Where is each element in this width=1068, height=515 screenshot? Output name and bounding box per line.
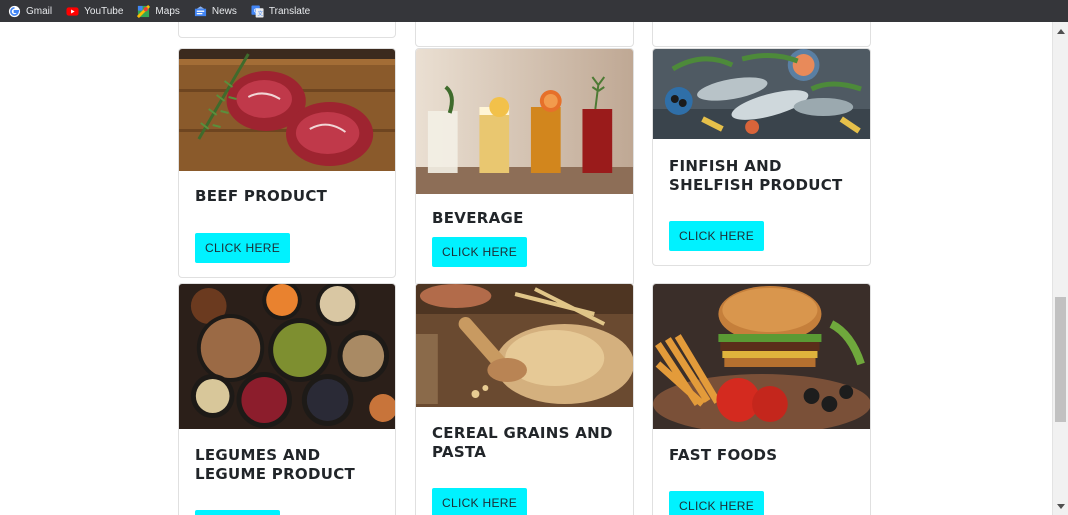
- card-title: FAST FOODS: [669, 446, 778, 464]
- card-title: CEREAL GRAINS AND PASTA: [432, 424, 613, 461]
- card-partial-above-3: [652, 22, 871, 47]
- bookmark-translate-label: Translate: [268, 5, 311, 17]
- news-icon: [194, 5, 206, 16]
- click-here-button[interactable]: CLICK HERE: [432, 237, 528, 267]
- bookmark-gmail[interactable]: Gmail: [8, 5, 52, 18]
- finfish-image: [653, 49, 870, 139]
- bookmark-youtube-label: YouTube: [84, 5, 124, 17]
- click-here-button[interactable]: CLICK HERE: [195, 233, 291, 263]
- bookmark-translate[interactable]: G文 Translate: [251, 4, 311, 18]
- google-icon: [8, 5, 21, 17]
- translate-icon: G文: [251, 4, 264, 17]
- product-card-beef: BEEF PRODUCT CLICK HERE: [178, 48, 396, 278]
- card-partial-above-2: [415, 22, 634, 47]
- scroll-up-arrow-icon[interactable]: [1057, 29, 1065, 34]
- product-card-cereal: CEREAL GRAINS AND PASTA CLICK HERE: [415, 283, 634, 515]
- svg-text:文: 文: [257, 9, 263, 17]
- product-card-fast-foods: FAST FOODS CLICK HERE: [652, 283, 871, 515]
- bookmark-gmail-label: Gmail: [26, 5, 53, 17]
- bookmark-news-label: News: [211, 5, 237, 17]
- beef-product-image: [179, 49, 395, 171]
- click-here-button[interactable]: [195, 510, 280, 515]
- click-here-button[interactable]: CLICK HERE: [669, 221, 765, 251]
- click-here-button[interactable]: CLICK HERE: [432, 488, 528, 515]
- card-title: LEGUMES AND LEGUME PRODUCT: [195, 446, 356, 483]
- product-card-legumes: LEGUMES AND LEGUME PRODUCT: [178, 283, 396, 515]
- bookmark-news[interactable]: News: [194, 5, 237, 18]
- scroll-down-arrow-icon[interactable]: [1057, 504, 1065, 509]
- card-partial-above-1: [178, 22, 396, 38]
- card-title: FINFISH AND SHELFISH PRODUCT: [669, 157, 843, 194]
- card-title: BEVERAGE: [432, 209, 524, 227]
- product-card-finfish: FINFISH AND SHELFISH PRODUCT CLICK HERE: [652, 48, 871, 266]
- legumes-image: [179, 284, 395, 429]
- vertical-scrollbar[interactable]: [1052, 22, 1068, 515]
- fast-foods-image: [653, 284, 870, 429]
- beverage-image: [416, 49, 633, 194]
- page-viewport: BEEF PRODUCT CLICK HERE BEVERAGE CLICK H…: [0, 22, 1052, 515]
- product-card-beverage: BEVERAGE CLICK HERE: [415, 48, 634, 286]
- youtube-icon: [66, 6, 79, 16]
- cereal-grains-image: [416, 284, 633, 407]
- bookmark-maps[interactable]: Maps: [137, 4, 180, 18]
- bookmark-maps-label: Maps: [155, 5, 180, 17]
- scrollbar-thumb[interactable]: [1055, 297, 1066, 422]
- bookmark-youtube[interactable]: YouTube: [66, 5, 123, 18]
- card-title: BEEF PRODUCT: [195, 187, 328, 205]
- click-here-button[interactable]: CLICK HERE: [669, 491, 765, 515]
- maps-icon: [137, 4, 151, 18]
- bookmarks-bar: Gmail YouTube Maps News G文 Translate: [0, 0, 1068, 22]
